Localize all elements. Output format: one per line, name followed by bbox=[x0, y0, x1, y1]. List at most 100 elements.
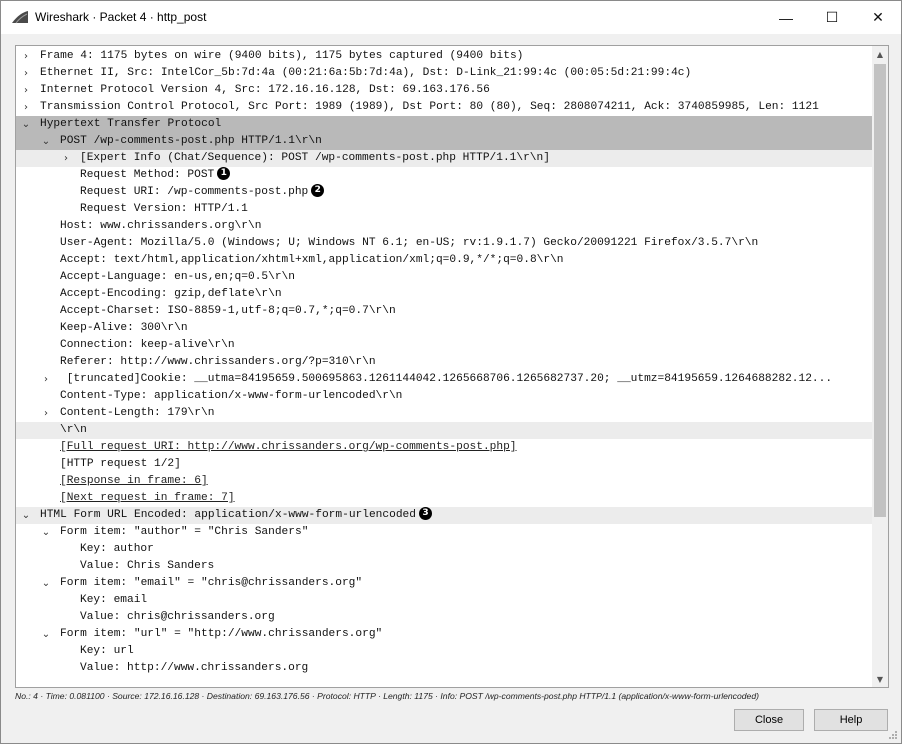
expand-chevron-icon[interactable]: › bbox=[20, 65, 32, 82]
tree-row[interactable]: Key: url bbox=[16, 643, 872, 660]
tree-row[interactable]: [Full request URI: http://www.chrissande… bbox=[16, 439, 872, 456]
packet-summary-line: No.: 4 · Time: 0.081100 · Source: 172.16… bbox=[15, 691, 759, 701]
expand-chevron-icon[interactable]: › bbox=[20, 99, 32, 116]
packet-details-tree[interactable]: › Frame 4: 1175 bytes on wire (9400 bits)… bbox=[15, 45, 889, 688]
tree-row-label: Key: author bbox=[80, 541, 154, 558]
tree-row[interactable]: Accept-Language: en-us,en;q=0.5\r\n bbox=[16, 269, 872, 286]
tree-row[interactable]: Key: author bbox=[16, 541, 872, 558]
tree-row-label: [HTTP request 1/2] bbox=[60, 456, 181, 473]
tree-row[interactable]: Key: email bbox=[16, 592, 872, 609]
collapse-chevron-icon[interactable]: ⌄ bbox=[20, 507, 32, 524]
expand-chevron-icon[interactable]: › bbox=[40, 371, 52, 388]
tree-row[interactable]: ⌄ Form item: "url" = "http://www.chrissan… bbox=[16, 626, 872, 643]
tree-row-label: [Expert Info (Chat/Sequence): POST /wp-c… bbox=[80, 150, 550, 167]
tree-row[interactable]: ⌄ Hypertext Transfer Protocol bbox=[16, 116, 872, 133]
tree-row-text: Value: chris@chrissanders.org bbox=[80, 611, 275, 623]
tree-row-text: Hypertext Transfer Protocol bbox=[40, 118, 222, 130]
help-button[interactable]: Help bbox=[814, 709, 888, 731]
tree-row-link[interactable]: [Next request in frame: 7] bbox=[60, 490, 235, 507]
tree-row[interactable]: ⌄ Form item: "author" = "Chris Sanders" bbox=[16, 524, 872, 541]
tree-row-text: [Expert Info (Chat/Sequence): POST /wp-c… bbox=[80, 152, 550, 164]
tree-row[interactable]: [HTTP request 1/2] bbox=[16, 456, 872, 473]
tree-row[interactable]: Accept-Charset: ISO-8859-1,utf-8;q=0.7,*… bbox=[16, 303, 872, 320]
tree-row-text: Value: Chris Sanders bbox=[80, 560, 215, 572]
scroll-up-arrow-icon[interactable]: ▲ bbox=[872, 46, 888, 62]
callout-number-marker: 1 bbox=[217, 166, 231, 180]
tree-row-label: Value: Chris Sanders bbox=[80, 558, 214, 575]
tree-row-text: Key: email bbox=[80, 594, 148, 606]
tree-row-text: Content-Type: application/x-www-form-url… bbox=[60, 390, 403, 402]
minimize-button[interactable]: — bbox=[763, 1, 809, 34]
tree-row[interactable]: Value: chris@chrissanders.org bbox=[16, 609, 872, 626]
tree-row-label: Form item: "url" = "http://www.chrissand… bbox=[60, 626, 382, 643]
title-bar[interactable]: Wireshark · Packet 4 · http_post — ☐ ✕ bbox=[1, 1, 901, 34]
collapse-chevron-icon[interactable]: ⌄ bbox=[40, 626, 52, 643]
tree-row-link[interactable]: [Full request URI: http://www.chrissande… bbox=[60, 439, 517, 456]
tree-row-text: Frame 4: 1175 bytes on wire (9400 bits),… bbox=[40, 50, 524, 62]
tree-row[interactable]: Host: www.chrissanders.org\r\n bbox=[16, 218, 872, 235]
tree-row-label: Content-Type: application/x-www-form-url… bbox=[60, 388, 402, 405]
tree-row-text: Connection: keep-alive\r\n bbox=[60, 339, 235, 351]
tree-row-text: Request Method: POST bbox=[80, 169, 215, 181]
tree-row[interactable]: Referer: http://www.chrissanders.org/?p=… bbox=[16, 354, 872, 371]
maximize-button[interactable]: ☐ bbox=[809, 1, 855, 34]
tree-row-label: User-Agent: Mozilla/5.0 (Windows; U; Win… bbox=[60, 235, 758, 252]
tree-row-label: Value: http://www.chrissanders.org bbox=[80, 660, 308, 677]
collapse-chevron-icon[interactable]: ⌄ bbox=[40, 524, 52, 541]
expand-chevron-icon[interactable]: › bbox=[60, 150, 72, 167]
close-window-button[interactable]: ✕ bbox=[855, 1, 901, 34]
tree-row[interactable]: › Internet Protocol Version 4, Src: 172.1… bbox=[16, 82, 872, 99]
tree-row-text: Request URI: /wp-comments-post.php bbox=[80, 186, 309, 198]
tree-row-text: [truncated]Cookie: __utma=84195659.50069… bbox=[60, 373, 833, 385]
tree-row[interactable]: › [truncated]Cookie: __utma=84195659.500… bbox=[16, 371, 872, 388]
expand-chevron-icon[interactable]: › bbox=[20, 82, 32, 99]
expand-chevron-icon[interactable]: › bbox=[40, 405, 52, 422]
tree-row-label: POST /wp-comments-post.php HTTP/1.1\r\n bbox=[60, 133, 322, 150]
tree-row[interactable]: ⌄ HTML Form URL Encoded: application/x-ww… bbox=[16, 506, 872, 524]
expand-chevron-icon[interactable]: › bbox=[20, 48, 32, 65]
tree-row-text: Key: author bbox=[80, 543, 154, 555]
close-button[interactable]: Close bbox=[734, 709, 804, 731]
tree-row-link[interactable]: [Response in frame: 6] bbox=[60, 473, 208, 490]
callout-number-marker: 2 bbox=[311, 183, 325, 197]
vertical-scrollbar[interactable]: ▲ ▼ bbox=[872, 46, 888, 687]
tree-row[interactable]: Request Version: HTTP/1.1 bbox=[16, 201, 872, 218]
tree-row[interactable]: Value: http://www.chrissanders.org bbox=[16, 660, 872, 677]
tree-row[interactable]: › [Expert Info (Chat/Sequence): POST /wp-… bbox=[16, 150, 872, 167]
tree-row-text: POST /wp-comments-post.php HTTP/1.1\r\n bbox=[60, 135, 322, 147]
tree-row-text: Ethernet II, Src: IntelCor_5b:7d:4a (00:… bbox=[40, 67, 692, 79]
tree-row[interactable]: Value: Chris Sanders bbox=[16, 558, 872, 575]
tree-row[interactable]: \r\n bbox=[16, 422, 872, 439]
collapse-chevron-icon[interactable]: ⌄ bbox=[40, 133, 52, 150]
scroll-thumb[interactable] bbox=[874, 64, 886, 517]
tree-row[interactable]: › Transmission Control Protocol, Src Port… bbox=[16, 99, 872, 116]
tree-row[interactable]: Content-Type: application/x-www-form-url… bbox=[16, 388, 872, 405]
tree-row[interactable]: Keep-Alive: 300\r\n bbox=[16, 320, 872, 337]
collapse-chevron-icon[interactable]: ⌄ bbox=[40, 575, 52, 592]
tree-row-label: Internet Protocol Version 4, Src: 172.16… bbox=[40, 82, 490, 99]
tree-row-text: Form item: "email" = "chris@chrissanders… bbox=[60, 577, 363, 589]
tree-row[interactable]: › Ethernet II, Src: IntelCor_5b:7d:4a (00… bbox=[16, 65, 872, 82]
resize-grip-icon[interactable] bbox=[888, 730, 898, 740]
tree-row-label: Referer: http://www.chrissanders.org/?p=… bbox=[60, 354, 376, 371]
tree-row[interactable]: [Response in frame: 6] bbox=[16, 473, 872, 490]
tree-row[interactable]: User-Agent: Mozilla/5.0 (Windows; U; Win… bbox=[16, 235, 872, 252]
tree-row-text: [Next request in frame: 7] bbox=[60, 492, 235, 504]
collapse-chevron-icon[interactable]: ⌄ bbox=[20, 116, 32, 133]
tree-row[interactable]: [Next request in frame: 7] bbox=[16, 490, 872, 507]
tree-row[interactable]: Accept-Encoding: gzip,deflate\r\n bbox=[16, 286, 872, 303]
tree-row-label: Transmission Control Protocol, Src Port:… bbox=[40, 99, 819, 116]
scroll-down-arrow-icon[interactable]: ▼ bbox=[872, 671, 888, 687]
tree-row[interactable]: ⌄ POST /wp-comments-post.php HTTP/1.1\r\n bbox=[16, 133, 872, 150]
tree-row[interactable]: Connection: keep-alive\r\n bbox=[16, 337, 872, 354]
tree-row-text: Accept-Language: en-us,en;q=0.5\r\n bbox=[60, 271, 295, 283]
tree-row[interactable]: ⌄ Form item: "email" = "chris@chrissander… bbox=[16, 575, 872, 592]
tree-row-text: Host: www.chrissanders.org\r\n bbox=[60, 220, 262, 232]
tree-row[interactable]: › Content-Length: 179\r\n bbox=[16, 405, 872, 422]
tree-row[interactable]: Accept: text/html,application/xhtml+xml,… bbox=[16, 252, 872, 269]
tree-row[interactable]: Request Method: POST 1 bbox=[16, 166, 872, 184]
tree-row[interactable]: › Frame 4: 1175 bytes on wire (9400 bits)… bbox=[16, 48, 872, 65]
tree-row-label: HTML Form URL Encoded: application/x-www… bbox=[40, 506, 432, 524]
tree-row[interactable]: Request URI: /wp-comments-post.php 2 bbox=[16, 183, 872, 201]
tree-row-text: Keep-Alive: 300\r\n bbox=[60, 322, 188, 334]
